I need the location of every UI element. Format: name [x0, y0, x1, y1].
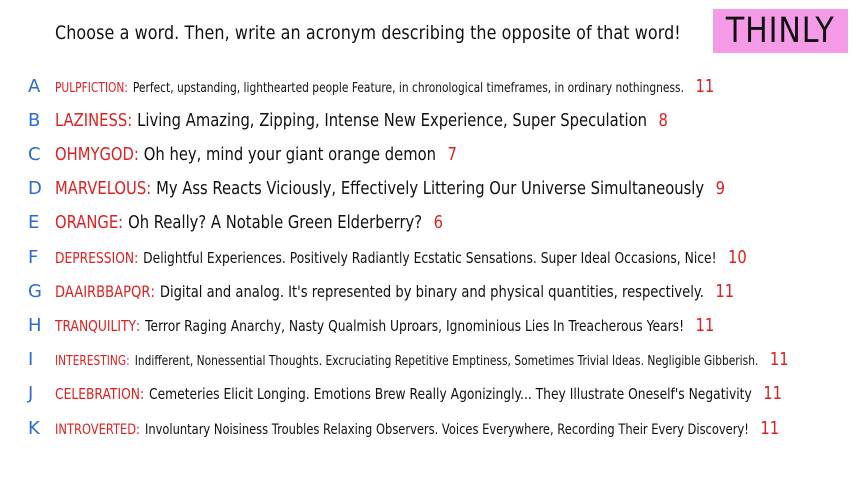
row-letter: E — [28, 212, 40, 233]
row-word: ORANGE — [55, 212, 119, 233]
row-letter: I — [28, 349, 34, 370]
row-phrase: My Ass Reacts Viciously, Effectively Lit… — [156, 178, 705, 199]
badge-word: THINLY — [726, 11, 835, 51]
acronym-row: J CELEBRATION: Cemeteries Elicit Longing. … — [0, 381, 853, 407]
acronym-row: I INTERESTING: Indifferent, Nonessential T… — [0, 347, 853, 373]
row-letter: D — [28, 178, 42, 199]
row-word: DEPRESSION — [55, 249, 135, 267]
row-letter-count: 7 — [447, 144, 457, 165]
row-letter-count: 11 — [769, 349, 789, 370]
acronym-row: G DAAIRBBAPQR: Digital and analog. It's re… — [0, 279, 853, 305]
row-content: DAAIRBBAPQR: Digital and analog. It's rep… — [55, 279, 734, 305]
row-letter: G — [28, 281, 42, 302]
row-colon: : — [124, 81, 128, 96]
row-letter-count: 11 — [695, 76, 715, 97]
row-colon: : — [136, 317, 141, 335]
row-letter: K — [28, 418, 40, 439]
acronym-row: D MARVELOUS: My Ass Reacts Viciously, Effe… — [0, 176, 853, 202]
row-colon: : — [139, 385, 145, 403]
prompt-text: Choose a word. Then, write an acronym de… — [55, 22, 681, 44]
acronym-row: F DEPRESSION: Delightful Experiences. Posi… — [0, 245, 853, 271]
row-phrase: Oh hey, mind your giant orange demon — [143, 144, 437, 165]
row-content: LAZINESS: Living Amazing, Zipping, Intens… — [55, 108, 668, 134]
row-phrase: Digital and analog. It's represented by … — [159, 282, 704, 301]
row-colon: : — [136, 422, 141, 438]
row-letter: F — [28, 247, 39, 268]
row-letter-count: 11 — [715, 281, 735, 302]
row-letter: C — [28, 144, 41, 165]
row-letter-count: 11 — [763, 383, 783, 404]
acronym-row: A PULPFICTION: Perfect, upstanding, lighth… — [0, 74, 853, 100]
row-phrase: Indifferent, Nonessential Thoughts. Excr… — [134, 354, 759, 369]
row-colon: : — [133, 144, 139, 165]
row-letter-count: 10 — [727, 247, 747, 268]
row-letter: A — [28, 76, 41, 97]
row-letter-count: 9 — [715, 178, 726, 199]
row-phrase: Involuntary Noisiness Troubles Relaxing … — [144, 422, 749, 438]
row-colon: : — [127, 110, 133, 131]
row-phrase: Cemeteries Elicit Longing. Emotions Brew… — [149, 385, 752, 403]
row-word: PULPFICTION — [55, 81, 125, 96]
row-word: CELEBRATION — [55, 385, 140, 403]
row-content: ORANGE: Oh Really? A Notable Green Elderb… — [55, 210, 443, 236]
row-letter: J — [28, 383, 34, 404]
row-word: OHMYGOD — [55, 144, 134, 165]
row-letter: H — [28, 315, 42, 336]
row-word: MARVELOUS — [55, 178, 147, 199]
row-content: OHMYGOD: Oh hey, mind your giant orange d… — [55, 142, 457, 168]
row-letter-count: 11 — [695, 315, 715, 336]
word-badge: THINLY — [713, 9, 848, 53]
row-content: INTERESTING: Indifferent, Nonessential Th… — [55, 347, 789, 375]
row-phrase: Perfect, upstanding, lighthearted people… — [132, 81, 684, 96]
acronym-row: B LAZINESS: Living Amazing, Zipping, Inten… — [0, 108, 853, 134]
row-word: INTERESTING — [55, 354, 127, 369]
row-colon: : — [150, 282, 155, 301]
acronym-row: C OHMYGOD: Oh hey, mind your giant orange … — [0, 142, 853, 168]
row-colon: : — [134, 249, 139, 267]
row-phrase: Living Amazing, Zipping, Intense New Exp… — [137, 110, 647, 131]
row-colon: : — [118, 212, 124, 233]
row-content: DEPRESSION: Delightful Experiences. Posit… — [55, 245, 747, 271]
row-content: CELEBRATION: Cemeteries Elicit Longing. E… — [55, 381, 782, 407]
row-letter: B — [28, 110, 41, 131]
row-content: MARVELOUS: My Ass Reacts Viciously, Effec… — [55, 176, 725, 202]
row-phrase: Oh Really? A Notable Green Elderberry? — [128, 212, 423, 233]
row-letter-count: 11 — [760, 418, 780, 439]
acronym-row: E ORANGE: Oh Really? A Notable Green Elder… — [0, 210, 853, 236]
acronym-row: H TRANQUILITY: Terror Raging Anarchy, Nast… — [0, 313, 853, 339]
row-phrase: Delightful Experiences. Positively Radia… — [143, 249, 717, 267]
row-phrase: Terror Raging Anarchy, Nasty Qualmish Up… — [145, 317, 685, 335]
row-letter-count: 8 — [658, 110, 668, 131]
row-word: INTROVERTED — [55, 422, 137, 438]
row-colon: : — [126, 354, 130, 369]
row-word: TRANQUILITY — [55, 317, 137, 335]
row-word: LAZINESS — [55, 110, 128, 131]
row-content: INTROVERTED: Involuntary Noisiness Troubl… — [55, 416, 779, 443]
row-word: DAAIRBBAPQR — [55, 282, 151, 301]
acronym-row: K INTROVERTED: Involuntary Noisiness Troub… — [0, 416, 853, 442]
row-letter-count: 6 — [433, 212, 443, 233]
row-content: TRANQUILITY: Terror Raging Anarchy, Nasty… — [55, 313, 714, 339]
row-colon: : — [146, 178, 152, 199]
row-content: PULPFICTION: Perfect, upstanding, lighthe… — [55, 74, 714, 102]
